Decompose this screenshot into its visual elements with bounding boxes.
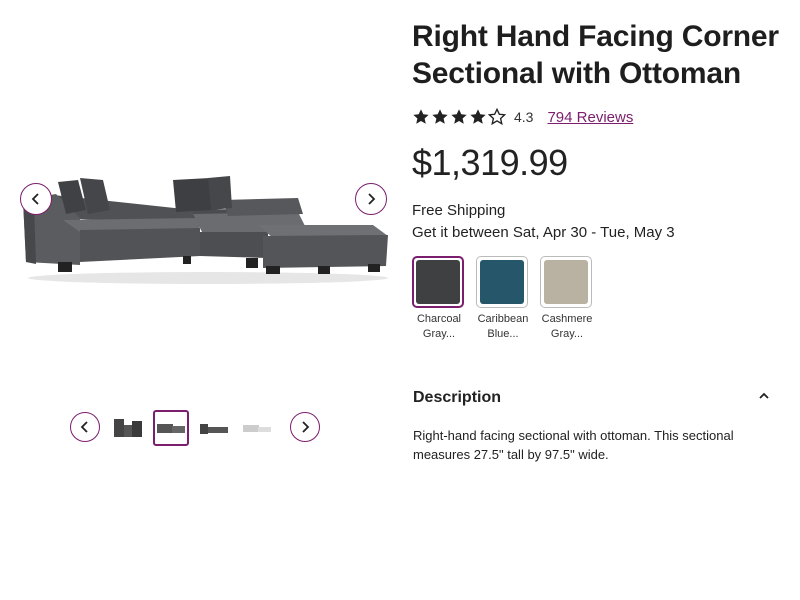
chevron-right-icon — [302, 421, 310, 433]
next-thumbnail-button[interactable] — [290, 412, 320, 442]
description-toggle[interactable]: Description — [413, 386, 770, 410]
star-rating — [412, 108, 506, 126]
color-swatches: Charcoal Gray... Caribbean Blue... Cashmer… — [412, 256, 782, 342]
thumbnail-3[interactable] — [196, 410, 232, 446]
thumbnail-4[interactable] — [239, 410, 275, 446]
rating-value: 4.3 — [514, 109, 534, 125]
product-info: Right Hand Facing Corner Sectional with … — [412, 18, 782, 342]
delivery-estimate: Get it between Sat, Apr 30 - Tue, May 3 — [412, 224, 675, 241]
thumbnail-strip — [70, 410, 320, 446]
chevron-left-icon — [80, 421, 88, 433]
star-icon — [451, 109, 467, 124]
swatch-caribbean-blue[interactable]: Caribbean Blue... — [476, 256, 530, 342]
chevron-up-icon — [758, 389, 770, 407]
free-shipping-text: Free Shipping — [412, 202, 506, 219]
swatch-label: Cashmere Gray... — [541, 313, 593, 340]
chevron-left-icon — [31, 193, 39, 205]
description-text: Right-hand facing sectional with ottoman… — [413, 428, 734, 462]
next-image-button[interactable] — [355, 183, 387, 215]
thumbnail-1[interactable] — [110, 410, 146, 446]
rating-row: 4.3 794 Reviews — [412, 106, 782, 128]
star-outline-icon — [488, 108, 506, 126]
chevron-right-icon — [368, 193, 376, 205]
product-price: $1,319.99 — [412, 142, 568, 183]
product-title: Right Hand Facing Corner Sectional with … — [412, 20, 779, 90]
star-icon — [413, 109, 429, 124]
sofa-main-image — [18, 170, 393, 290]
product-gallery — [0, 0, 400, 460]
swatch-charcoal-gray[interactable]: Charcoal Gray... — [412, 256, 466, 342]
star-icon — [432, 109, 448, 124]
prev-image-button[interactable] — [20, 183, 52, 215]
description-heading: Description — [413, 389, 502, 406]
shipping-info: Free Shipping Get it between Sat, Apr 30… — [412, 200, 782, 244]
prev-thumbnail-button[interactable] — [70, 412, 100, 442]
swatch-label: Charcoal Gray... — [416, 313, 462, 340]
star-icon — [470, 109, 486, 124]
reviews-link[interactable]: 794 Reviews — [547, 109, 633, 126]
swatch-label: Caribbean Blue... — [477, 313, 529, 340]
thumbnail-2[interactable] — [153, 410, 189, 446]
swatch-cashmere-gray[interactable]: Cashmere Gray... — [540, 256, 594, 342]
